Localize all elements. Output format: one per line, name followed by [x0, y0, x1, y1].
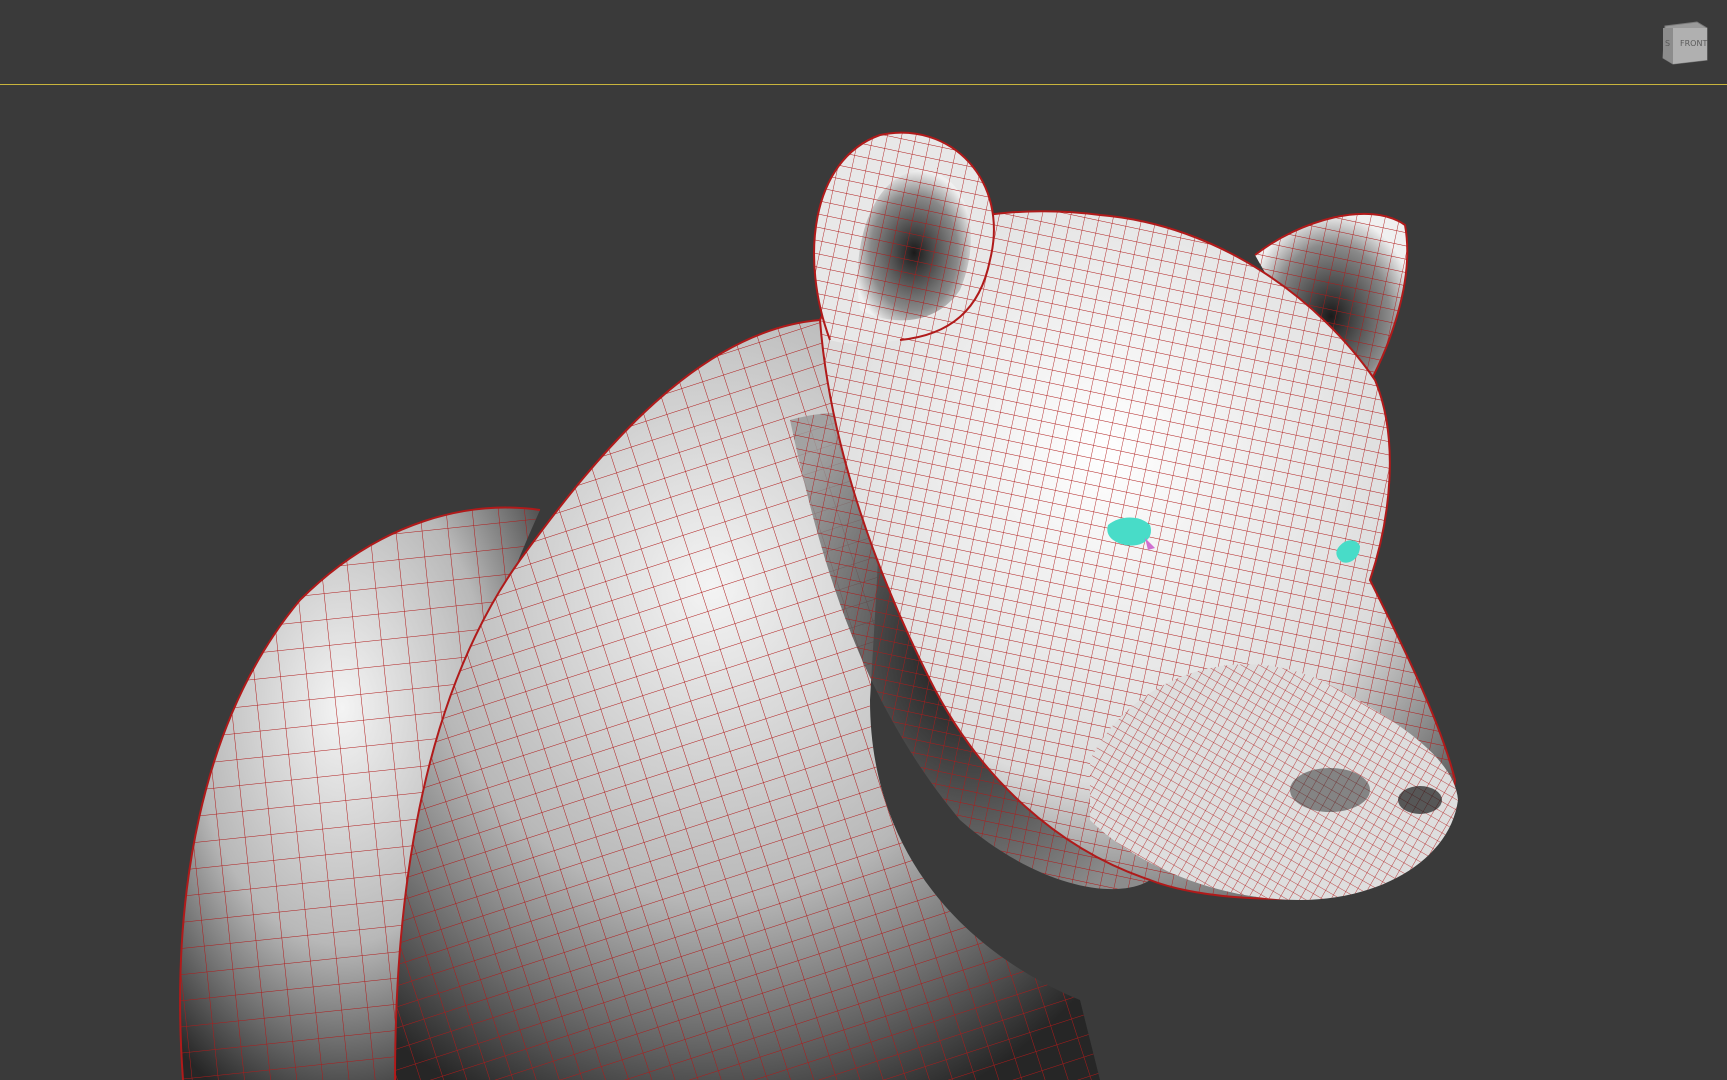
viewcube-side-label[interactable]: S — [1665, 39, 1670, 48]
viewcube-navigation[interactable]: FRONT S — [1659, 20, 1709, 66]
bear-nostril-far — [1398, 786, 1442, 814]
bear-wireframe-model[interactable] — [0, 0, 1727, 1080]
viewcube-front-label[interactable]: FRONT — [1680, 39, 1707, 48]
perspective-viewport[interactable]: FRONT S — [0, 0, 1727, 1080]
bear-nostril — [1290, 768, 1370, 812]
